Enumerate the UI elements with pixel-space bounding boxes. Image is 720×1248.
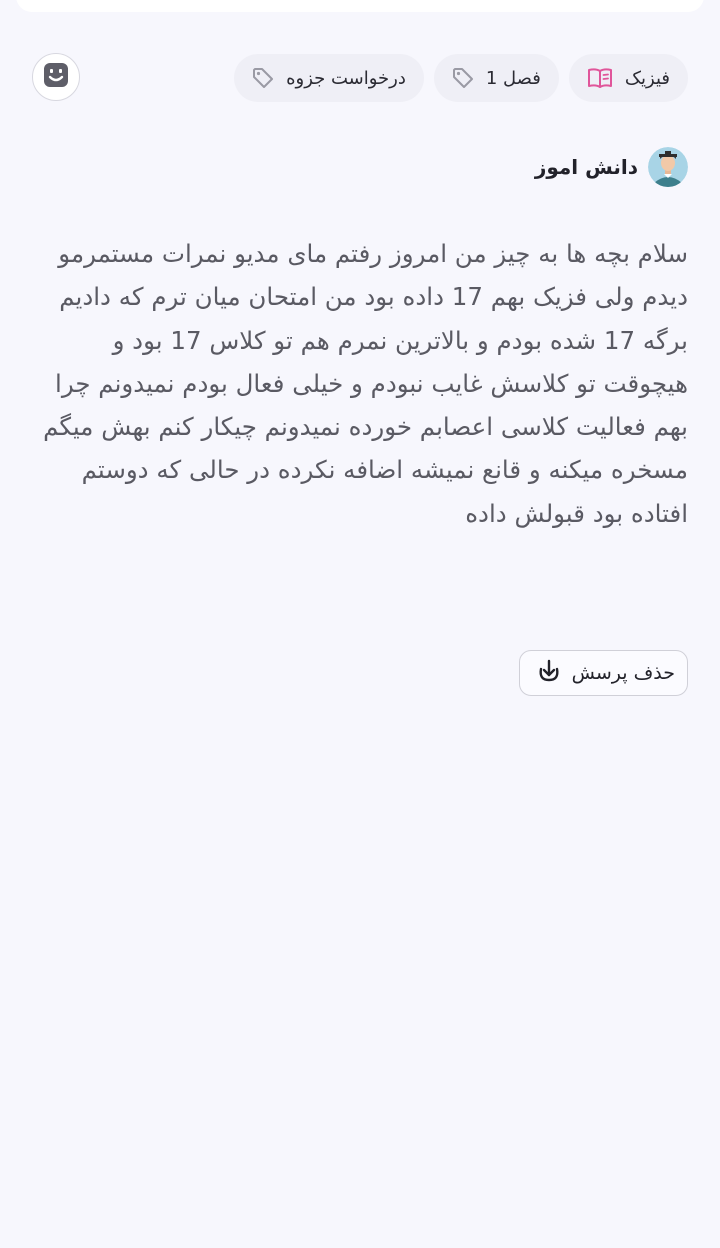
avatar[interactable]: [648, 147, 688, 187]
tag-label: فیزیک: [624, 67, 670, 89]
reaction-button[interactable]: [32, 53, 80, 101]
tag-chapter[interactable]: فصل 1: [433, 54, 559, 102]
download-arrow-icon: [536, 658, 562, 688]
question-page: فیزیک فصل 1 درخواست جزوه دانش اموز سلام …: [0, 0, 720, 1248]
tag-physics[interactable]: فیزیک: [568, 54, 688, 102]
tag-notes-request[interactable]: درخواست جزوه: [234, 54, 424, 102]
question-body: سلام بچه ها به چیز من امروز رفتم مای مدی…: [43, 239, 688, 528]
delete-label: حذف پرسش: [571, 662, 675, 684]
delete-question-button[interactable]: حذف پرسش: [518, 650, 688, 696]
tag-icon: [252, 67, 274, 89]
author: دانش اموز: [535, 146, 688, 188]
author-name: دانش اموز: [534, 155, 638, 179]
tag-list: فیزیک فصل 1 درخواست جزوه: [234, 54, 688, 102]
tag-label: درخواست جزوه: [286, 67, 406, 89]
tag-label: فصل 1: [485, 67, 541, 89]
smiley-icon: [42, 61, 70, 93]
book-icon: [587, 67, 613, 89]
tag-icon: [452, 67, 474, 89]
top-card: [16, 0, 704, 12]
